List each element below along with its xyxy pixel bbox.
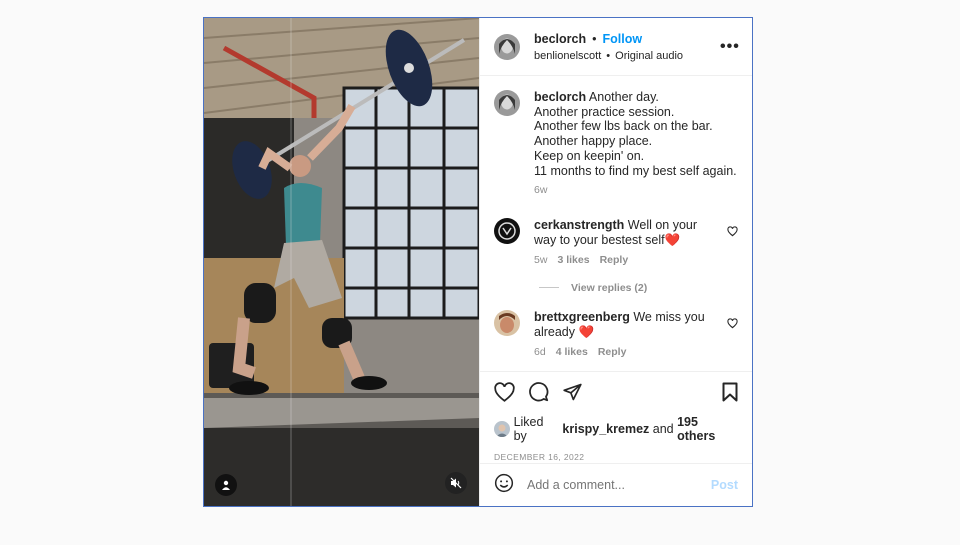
post-date[interactable]: DECEMBER 16, 2022 [494, 452, 738, 462]
like-comment-heart-icon[interactable] [727, 224, 738, 242]
reply-button[interactable]: Reply [600, 253, 629, 268]
comment-item: cerkanstrength Well on your way to your … [494, 217, 738, 268]
view-replies-label: View replies (2) [571, 281, 648, 294]
post-details: beclorch • Follow benlionelscott • Origi… [479, 18, 752, 506]
liker-username[interactable]: krispy_kremez [562, 422, 649, 436]
commenter-avatar[interactable] [494, 217, 520, 244]
comment-username[interactable]: cerkanstrength [534, 218, 624, 232]
comment-likes[interactable]: 3 likes [557, 253, 589, 268]
comments-section: beclorch Another day. Another practice s… [480, 76, 752, 372]
reply-button[interactable]: Reply [598, 345, 627, 360]
post-actions: Liked by krispy_kremez and 195 others DE… [480, 372, 752, 464]
liked-by-prefix: Liked by [513, 415, 544, 443]
separator-dot: • [592, 31, 597, 46]
bookmark-icon[interactable] [722, 382, 738, 407]
video-frame [204, 18, 479, 506]
comment-input[interactable] [527, 478, 711, 492]
comment-icon[interactable] [528, 381, 549, 407]
caption-time[interactable]: 6w [534, 183, 547, 198]
more-options-icon[interactable]: ••• [720, 38, 739, 56]
comment-likes[interactable]: 4 likes [556, 345, 588, 360]
comment-time[interactable]: 6d [534, 345, 546, 360]
heart-icon[interactable] [494, 381, 515, 407]
replies-divider [539, 287, 559, 289]
emoji-icon[interactable] [494, 473, 514, 498]
follow-button[interactable]: Follow [603, 32, 643, 46]
author-avatar[interactable] [494, 33, 520, 60]
mute-icon[interactable] [445, 472, 467, 494]
post-comment-button[interactable]: Post [711, 478, 738, 492]
like-comment-heart-icon[interactable] [727, 316, 738, 334]
comment-username[interactable]: brettxgreenberg [534, 310, 630, 324]
liked-by-joiner: and [652, 422, 674, 436]
comment-time[interactable]: 5w [534, 253, 547, 268]
audio-track[interactable]: Original audio [615, 50, 683, 62]
user-tag-icon[interactable] [215, 474, 237, 496]
liker-avatar[interactable] [494, 421, 510, 437]
caption-author-avatar[interactable] [494, 90, 520, 116]
view-replies-button[interactable]: View replies (2) [539, 282, 738, 294]
author-username[interactable]: beclorch [534, 32, 586, 46]
commenter-avatar[interactable] [494, 309, 520, 336]
audio-artist[interactable]: benlionelscott [534, 50, 601, 62]
likes-count[interactable]: 195 others [677, 415, 738, 443]
post-media-video[interactable] [204, 18, 479, 506]
caption-username[interactable]: beclorch [534, 90, 586, 104]
post-card: beclorch • Follow benlionelscott • Origi… [203, 17, 753, 507]
likes-summary: Liked by krispy_kremez and 195 others [494, 415, 738, 443]
add-comment-bar: Post [480, 464, 752, 506]
separator-dot: • [606, 49, 611, 62]
post-caption: beclorch Another day. Another practice s… [494, 90, 738, 198]
comment-item: brettxgreenberg We miss you already ❤️ 6… [494, 309, 738, 360]
post-header: beclorch • Follow benlionelscott • Origi… [480, 18, 752, 76]
share-icon[interactable] [562, 382, 583, 407]
